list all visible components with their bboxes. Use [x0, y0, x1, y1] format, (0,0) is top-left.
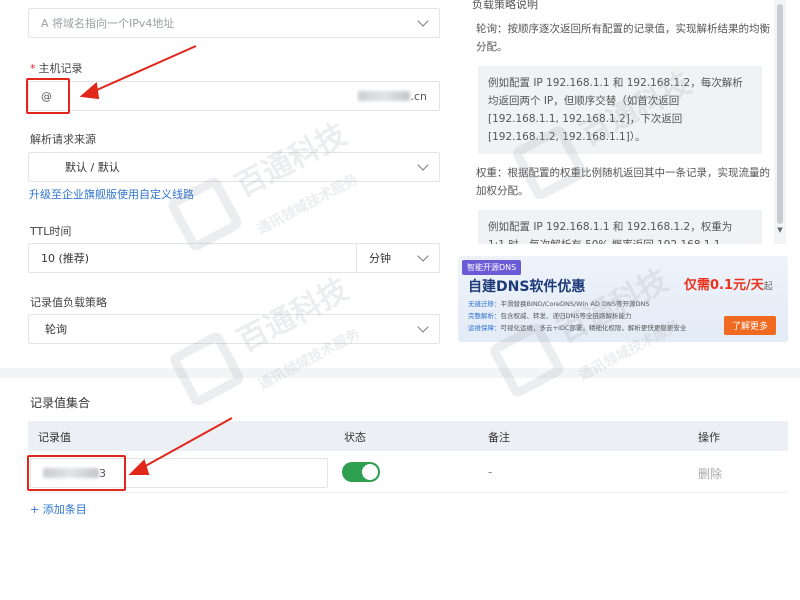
arrow-icon — [79, 45, 197, 100]
arrow-icon — [128, 417, 233, 475]
annotation-arrows — [79, 45, 233, 475]
